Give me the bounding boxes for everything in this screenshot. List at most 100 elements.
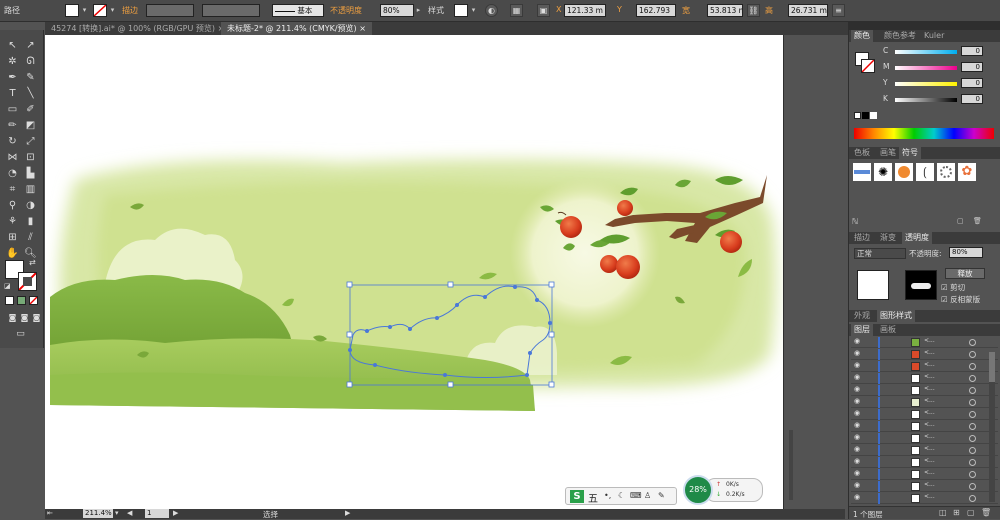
make-clip-mask-icon[interactable]: ◫ (939, 508, 947, 517)
blend-tool-icon[interactable]: ◑ (22, 198, 39, 214)
style-dropdown-icon[interactable]: ▾ (469, 4, 478, 17)
mesh-tool-icon[interactable]: ⌗ (4, 182, 21, 198)
symbol-orange-orb[interactable] (895, 163, 913, 181)
tab-kuler[interactable]: Kuler (921, 30, 947, 42)
shape-builder-tool-icon[interactable]: ◔ (4, 166, 21, 182)
default-colors-icon[interactable]: ◪ (4, 282, 11, 290)
perspective-grid-tool-icon[interactable]: ▙ (22, 166, 39, 182)
tab-document-1[interactable]: 45274 [转换].ai* @ 100% (RGB/GPU 预览) × (45, 22, 230, 35)
tab-gradient[interactable]: 渐变 (877, 232, 899, 244)
layer-row[interactable]: ◉ <... (851, 493, 998, 504)
pen-tool-icon[interactable]: ✒ (4, 70, 21, 86)
cyan-value[interactable]: 0 (961, 46, 983, 56)
ime-toolbar[interactable]: S 五 •, ☾ ⌨ ♙ ✎ (565, 487, 677, 505)
layer-row[interactable]: ◉ <... (851, 469, 998, 480)
status-nav-icon[interactable]: ⇤ (47, 509, 53, 517)
tab-document-2[interactable]: 未标题-2* @ 211.4% (CMYK/预览) × (221, 22, 372, 35)
target-circle-icon[interactable] (969, 411, 976, 418)
target-circle-icon[interactable] (969, 495, 976, 502)
layer-row[interactable]: ◉ <... (851, 445, 998, 456)
vertical-scrollbar[interactable] (789, 430, 793, 500)
visibility-eye-icon[interactable]: ◉ (854, 493, 860, 501)
visibility-eye-icon[interactable]: ◉ (854, 421, 860, 429)
ime-keyboard-icon[interactable]: ⌨ (630, 491, 642, 500)
cyan-slider[interactable] (895, 50, 957, 54)
type-tool-icon[interactable]: T (4, 86, 21, 102)
layers-scroll-thumb[interactable] (989, 352, 995, 382)
new-sublayer-icon[interactable]: ⊞ (953, 508, 960, 517)
delete-layer-icon[interactable]: 🗑︎ (981, 508, 991, 517)
layer-row[interactable]: ◉ <... (851, 457, 998, 468)
layer-row[interactable]: ◉ <... (851, 385, 998, 396)
visibility-eye-icon[interactable]: ◉ (854, 445, 860, 453)
y-field[interactable]: 162.793 (636, 4, 676, 17)
tab-symbols[interactable]: 符号 (899, 147, 921, 159)
symbol-bracket[interactable]: ⟮ (916, 163, 934, 181)
curvature-tool-icon[interactable]: ✎ (22, 70, 39, 86)
black-value[interactable]: 0 (961, 94, 983, 104)
line-tool-icon[interactable]: ╲ (22, 86, 39, 102)
target-circle-icon[interactable] (969, 399, 976, 406)
fill-dropdown-icon[interactable]: ▾ (80, 4, 89, 17)
mask-thumbnail[interactable] (905, 270, 937, 300)
paintbrush-tool-icon[interactable]: ✐ (22, 102, 39, 118)
status-menu-icon[interactable]: ▶ (345, 509, 350, 517)
symbol-sprayer-tool-icon[interactable]: ⚘ (4, 214, 21, 230)
object-thumbnail[interactable] (857, 270, 889, 300)
delete-symbol-icon[interactable]: 🗑︎ (973, 217, 982, 225)
release-button[interactable]: 释放 (945, 268, 985, 279)
width-field[interactable]: 53.813 m (707, 4, 743, 17)
visibility-eye-icon[interactable]: ◉ (854, 481, 860, 489)
magic-wand-tool-icon[interactable]: ✲ (4, 54, 21, 70)
recolor-icon[interactable]: ◐ (485, 4, 498, 17)
target-circle-icon[interactable] (969, 351, 976, 358)
black-slider[interactable] (895, 98, 957, 102)
opacity-label[interactable]: 不透明度 (330, 5, 362, 16)
layer-row[interactable]: ◉ <... (851, 337, 998, 348)
constrain-link-icon[interactable]: ⛓ (747, 4, 760, 17)
symbol-flower[interactable]: ✿ (958, 163, 976, 181)
magenta-slider[interactable] (895, 66, 957, 70)
align-icon[interactable]: ▦ (510, 4, 523, 17)
transform-icon[interactable]: ▣ (537, 4, 550, 17)
height-field[interactable]: 26.731 m (788, 4, 828, 17)
black-swatch[interactable] (862, 112, 869, 119)
target-circle-icon[interactable] (969, 339, 976, 346)
artboard-tool-icon[interactable]: ⊞ (4, 230, 21, 246)
tab-appearance[interactable]: 外观 (851, 310, 873, 322)
fill-swatch[interactable] (65, 4, 79, 17)
width-tool-icon[interactable]: ⋈ (4, 150, 21, 166)
layer-row[interactable]: ◉ <... (851, 373, 998, 384)
eraser-tool-icon[interactable]: ◩ (22, 118, 39, 134)
visibility-eye-icon[interactable]: ◉ (854, 373, 860, 381)
tab-swatches[interactable]: 色板 (851, 147, 873, 159)
visibility-eye-icon[interactable]: ◉ (854, 361, 860, 369)
x-field[interactable]: 121.33 m (564, 4, 606, 17)
tab-artboards[interactable]: 画板 (877, 324, 899, 336)
none-mode-icon[interactable] (29, 296, 38, 305)
lasso-tool-icon[interactable]: ᘏ (22, 54, 39, 70)
visibility-eye-icon[interactable]: ◉ (854, 397, 860, 405)
layer-row[interactable]: ◉ <... (851, 433, 998, 444)
clip-checkbox[interactable]: ☑ 剪切 (941, 282, 965, 293)
tab-stroke[interactable]: 描边 (851, 232, 873, 244)
blend-mode-select[interactable]: 正常 (854, 248, 906, 259)
target-circle-icon[interactable] (969, 387, 976, 394)
symbol-blue-banner[interactable] (853, 163, 871, 181)
yellow-slider[interactable] (895, 82, 957, 86)
opacity-dropdown-icon[interactable]: ▸ (414, 4, 423, 17)
gradient-mode-icon[interactable] (17, 296, 26, 305)
tab-brushes[interactable]: 画笔 (877, 147, 899, 159)
tab-graphic-styles[interactable]: 图形样式 (877, 310, 915, 322)
magenta-value[interactable]: 0 (961, 62, 983, 72)
stroke-style-field[interactable]: 基本 (272, 4, 324, 17)
white-swatch[interactable] (870, 112, 877, 119)
visibility-eye-icon[interactable]: ◉ (854, 409, 860, 417)
layer-row[interactable]: ◉ <... (851, 361, 998, 372)
stroke-dropdown-icon[interactable]: ▾ (108, 4, 117, 17)
graphic-style-swatch[interactable] (454, 4, 468, 17)
yellow-value[interactable]: 0 (961, 78, 983, 88)
target-circle-icon[interactable] (969, 375, 976, 382)
ime-settings-icon[interactable]: ✎ (658, 491, 665, 500)
ime-mode-label[interactable]: 五 (588, 490, 598, 505)
